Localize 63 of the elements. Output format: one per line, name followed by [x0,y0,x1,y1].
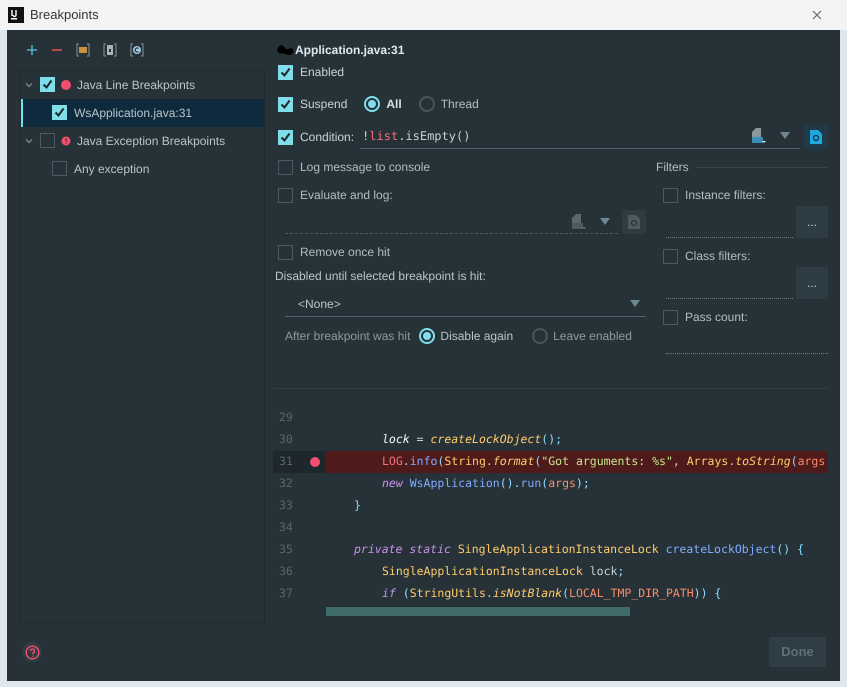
browse-button[interactable]: ... [796,206,828,238]
checkbox[interactable] [663,310,678,324]
tree-row[interactable]: WsApplication.java:31 [21,98,264,127]
radio-button[interactable] [532,328,548,344]
condition-expression: !list.isEmpty() [362,128,470,144]
condition-field[interactable]: !list.isEmpty() [360,123,800,149]
dropdown-arrow-icon[interactable] [780,132,790,139]
breakpoint-title: Application.java:31 [295,42,404,59]
disabled-until-label: Disabled until selected breakpoint is hit: [275,268,486,285]
radio-label: Leave enabled [553,328,632,345]
help-button[interactable] [22,642,42,662]
radio-button[interactable] [418,96,435,112]
checkbox-label: Remove once hit [300,244,390,261]
file-search-icon[interactable] [810,130,822,144]
checkbox-label: Instance filters: [685,187,766,204]
checkbox[interactable] [663,248,678,264]
file-icon[interactable] [103,42,117,57]
tree-label: WsApplication.java:31 [74,104,192,122]
tree-row[interactable]: Java Line Breakpoints [21,70,264,99]
code-line: SingleApplicationInstanceLock lock; [381,563,624,580]
checkbox[interactable] [40,133,55,148]
window-title: Breakpoints [30,6,99,24]
radio-label: Thread [440,96,479,113]
folder-icon[interactable] [76,42,90,57]
code-line: new WsApplication().run(args); [381,475,590,492]
checkbox-label: Enabled [300,64,344,81]
close-icon[interactable] [812,10,822,20]
browse-button[interactable]: ... [796,267,828,299]
code-line: if (StringUtils.isNotBlank(LOCAL_TMP_DIR_PATH)) { [381,585,722,602]
checkbox-label: Log message to console [300,159,430,176]
filters-heading: Filters [656,159,689,176]
code-line: lock = createLockObject(); [381,431,562,448]
horizontal-scrollbar[interactable] [326,607,630,616]
file-type-icon[interactable] [750,128,768,144]
file-type-icon[interactable] [570,214,588,230]
code-line: LOG.info(String.format("Got arguments: %s", Arrays.toString(args [381,453,826,470]
dropdown-arrow-icon[interactable] [630,300,640,307]
class-icon[interactable] [130,42,144,57]
checkbox-label: Pass count: [685,309,748,326]
checkbox-label: Condition: [300,129,354,146]
app-logo-icon [8,7,24,23]
checkbox-label: Suspend [300,96,348,113]
radio-label: Disable again [440,328,514,345]
breakpoint-dropdown[interactable]: <None> [285,291,646,317]
add-icon[interactable] [26,44,38,56]
checkbox[interactable] [52,161,67,176]
checkbox[interactable] [663,188,678,202]
checkbox[interactable] [278,188,293,202]
tree-label: Java Line Breakpoints [77,76,196,94]
code-line: private static SingleApplicationInstanceLock createLockObject() { [353,541,804,558]
checkbox-label: Evaluate and log: [300,187,393,204]
checkbox-label: Class filters: [685,248,750,265]
after-hit-label: After breakpoint was hit [285,328,410,345]
line-number: 31 [279,453,293,470]
checkbox[interactable] [278,244,293,260]
tree-row[interactable]: Any exception [21,154,264,183]
radio-label: All [386,96,402,113]
dropdown-arrow-icon[interactable] [600,218,610,225]
tree-label: Any exception [74,160,150,178]
code-line: } [353,497,361,514]
checkbox[interactable] [278,160,293,174]
tree-row[interactable]: Java Exception Breakpoints [21,126,264,155]
tree-label: Java Exception Breakpoints [77,132,226,150]
